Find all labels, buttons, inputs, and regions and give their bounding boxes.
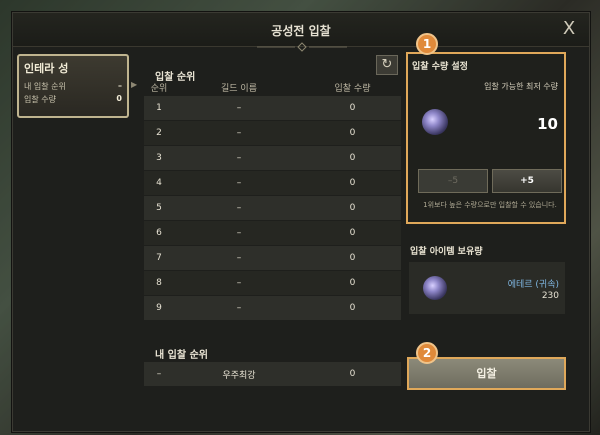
table-row: 4 – 0	[144, 171, 401, 196]
holding-item-qty: 230	[541, 291, 559, 301]
amount-cell: 0	[349, 153, 356, 163]
amount-cell: 0	[349, 178, 356, 188]
window-title: 공성전 입찰	[271, 24, 331, 38]
guild-cell: –	[236, 228, 242, 238]
guild-cell: –	[236, 303, 242, 313]
rank-cell: 5	[156, 203, 162, 213]
rank-cell: 9	[156, 303, 162, 313]
my-guild-cell: 우주최강	[222, 370, 256, 381]
tab-arrow-icon: ▶	[131, 80, 138, 89]
guild-cell: –	[236, 253, 242, 263]
my-amount-cell: 0	[349, 369, 356, 379]
rank-cell: 4	[156, 178, 162, 188]
ether-crystal-icon	[423, 276, 447, 300]
col-amount-header: 입찰 수량	[334, 83, 371, 94]
amount-cell: 0	[349, 278, 356, 288]
table-row: 6 – 0	[144, 221, 401, 246]
ranking-rows: 1 – 0 2 – 0 3 – 0 4 – 0 5 – 0 6 – 0 7 – 0 8 – 0 9 – 0	[144, 96, 401, 321]
guild-cell: –	[236, 128, 242, 138]
refresh-icon[interactable]: ↻	[376, 55, 398, 75]
guild-cell: –	[236, 153, 242, 163]
bid-amount-value: 10	[537, 115, 558, 133]
table-row: 3 – 0	[144, 146, 401, 171]
guild-cell: –	[236, 203, 242, 213]
amount-cell: 0	[349, 228, 356, 238]
castle-name: 인테라 성	[24, 62, 69, 75]
bid-setting-title: 입찰 수량 설정	[412, 62, 468, 72]
amount-cell: 0	[349, 253, 356, 263]
castle-bid-amount-label: 입찰 수량	[24, 95, 56, 104]
castle-tab-interra[interactable]: 인테라 성 내 입찰 순위 – 입찰 수량 0	[17, 54, 129, 118]
rank-cell: 2	[156, 128, 162, 138]
decrease-5-button[interactable]: –5	[418, 169, 488, 193]
rank-cell: 6	[156, 228, 162, 238]
table-row: 7 – 0	[144, 246, 401, 271]
table-row: 5 – 0	[144, 196, 401, 221]
step-badge-2: 2	[416, 342, 438, 364]
rank-cell: 3	[156, 153, 162, 163]
rank-cell: 7	[156, 253, 162, 263]
guild-cell: –	[236, 178, 242, 188]
castle-bid-amount-value: 0	[116, 94, 122, 103]
rank-cell: 1	[156, 103, 162, 113]
title-bar: 공성전 입찰 X	[13, 13, 589, 52]
holding-title: 입찰 아이템 보유량	[410, 247, 483, 257]
title-ornament-icon	[257, 42, 347, 52]
min-amount-label: 입찰 가능한 최저 수량	[484, 82, 558, 91]
rank-cell: 8	[156, 278, 162, 288]
increase-5-button[interactable]: +5	[492, 169, 562, 193]
guild-cell: –	[236, 278, 242, 288]
ranking-header: 순위 길드 이름 입찰 수량	[144, 78, 401, 96]
castle-bid-amount-row: 입찰 수량 0	[24, 94, 122, 105]
my-ranking-row: – 우주최강 0	[144, 362, 401, 386]
close-icon[interactable]: X	[557, 18, 581, 42]
table-row: 8 – 0	[144, 271, 401, 296]
amount-cell: 0	[349, 203, 356, 213]
castle-my-rank-row: 내 입찰 순위 –	[24, 81, 122, 92]
ranking-table: 순위 길드 이름 입찰 수량 1 – 0 2 – 0 3 – 0 4 – 0 5 – 0 6 – 0 7…	[144, 78, 401, 321]
table-row: 2 – 0	[144, 121, 401, 146]
ether-crystal-icon	[422, 109, 448, 135]
castle-my-rank-label: 내 입찰 순위	[24, 82, 66, 91]
castle-my-rank-value: –	[118, 81, 122, 90]
table-row: 1 – 0	[144, 96, 401, 121]
col-rank-header: 순위	[150, 83, 168, 94]
guild-cell: –	[236, 103, 242, 113]
my-ranking-title: 내 입찰 순위	[155, 350, 208, 361]
amount-cell: 0	[349, 303, 356, 313]
step-badge-1: 1	[416, 33, 438, 55]
my-rank-cell: –	[156, 369, 162, 379]
table-row: 9 – 0	[144, 296, 401, 321]
bid-amount-setting-panel: 입찰 수량 설정 입찰 가능한 최저 수량 10 –5 +5 1위보다 높은 수…	[406, 52, 566, 224]
bid-hint-text: 1위보다 높은 수량으로만 입찰할 수 있습니다.	[423, 201, 557, 209]
col-guild-header: 길드 이름	[221, 83, 257, 94]
holding-item-box: 에테르 (귀속) 230	[409, 262, 565, 314]
amount-cell: 0	[349, 128, 356, 138]
holding-item-name: 에테르 (귀속)	[507, 280, 559, 290]
amount-cell: 0	[349, 103, 356, 113]
